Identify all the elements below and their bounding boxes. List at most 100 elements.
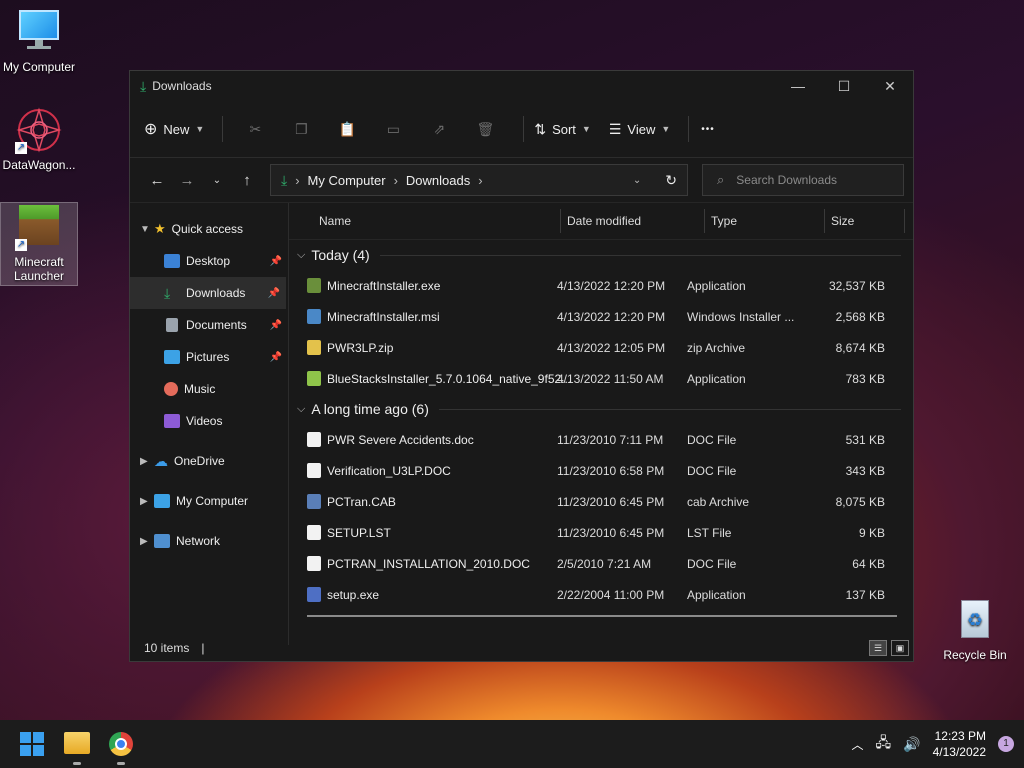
sidebar-item-desktop[interactable]: Desktop 📌 xyxy=(130,245,288,277)
file-name: PCTran.CAB xyxy=(327,494,396,509)
sidebar-item-onedrive[interactable]: ▶ ☁ OneDrive xyxy=(130,445,288,477)
tiles-view-icon[interactable]: ▣ xyxy=(891,640,909,656)
desktop-folder-icon xyxy=(164,254,180,268)
sidebar-item-pictures[interactable]: Pictures 📌 xyxy=(130,341,288,373)
file-row[interactable]: Verification_U3LP.DOC 11/23/2010 6:58 PM D… xyxy=(289,455,913,486)
file-explorer-taskbar-icon[interactable] xyxy=(64,732,90,754)
new-button[interactable]: ⊕ New ▼ xyxy=(144,119,204,139)
file-date: 2/22/2004 11:00 PM xyxy=(557,587,665,602)
address-bar[interactable]: ⤓ › My Computer › Downloads › ⌄ ↻ xyxy=(270,164,688,196)
pin-icon[interactable]: 📌 xyxy=(270,320,282,331)
network-icon[interactable]: 🖧 xyxy=(876,732,892,756)
close-button[interactable]: ✕ xyxy=(867,71,913,101)
view-button[interactable]: ☰ View ▼ xyxy=(609,121,670,138)
notification-badge[interactable]: 1 xyxy=(998,736,1014,752)
paste-icon[interactable]: 📋 xyxy=(339,121,356,137)
column-header-size[interactable]: Size xyxy=(825,209,905,233)
chevron-down-icon: ▼ xyxy=(581,124,591,134)
copy-icon[interactable]: ❐ xyxy=(293,121,309,137)
sidebar-item-downloads[interactable]: ⤓ Downloads 📌 xyxy=(130,277,286,309)
breadcrumb-downloads[interactable]: Downloads xyxy=(406,173,470,188)
file-size: 783 KB xyxy=(845,371,885,386)
downloads-icon: ⤓ xyxy=(281,171,288,188)
file-row[interactable]: SETUP.LST 11/23/2010 6:45 PM LST File 9 KB xyxy=(289,517,913,548)
maximize-button[interactable]: ☐ xyxy=(821,71,867,101)
file-size: 2,568 KB xyxy=(835,309,885,324)
show-hidden-icons-chevron-icon[interactable]: ︿ xyxy=(852,736,864,753)
shortcut-arrow-icon: ↗ xyxy=(15,142,27,154)
address-history-chevron-icon[interactable]: ⌄ xyxy=(633,175,641,186)
start-windows-icon[interactable] xyxy=(20,732,44,756)
more-options-button[interactable]: ••• xyxy=(701,124,715,135)
file-row[interactable]: PCTran.CAB 11/23/2010 6:45 PM cab Archive 8… xyxy=(289,486,913,517)
expand-chevron-icon[interactable]: ▶ xyxy=(140,456,154,467)
pin-icon[interactable]: 📌 xyxy=(270,352,282,363)
expand-chevron-icon[interactable]: ▶ xyxy=(140,536,154,547)
toolbar-separator xyxy=(688,116,690,142)
pin-icon[interactable]: 📌 xyxy=(270,256,282,267)
breadcrumb-my-computer[interactable]: My Computer xyxy=(308,173,386,188)
delete-icon[interactable]: 🗑 xyxy=(476,121,494,137)
file-name-cell: Verification_U3LP.DOC xyxy=(289,463,543,478)
search-input[interactable]: ⌕ Search Downloads xyxy=(702,164,904,196)
sidebar-item-music[interactable]: Music xyxy=(130,373,288,405)
desktop-icon-minecraft[interactable]: ↗ Minecraft Launcher xyxy=(0,202,78,286)
cut-icon[interactable]: ✂ xyxy=(247,121,263,137)
expand-chevron-icon[interactable]: ▼ xyxy=(140,224,154,235)
shortcut-arrow-icon: ↗ xyxy=(15,239,27,251)
file-row[interactable]: setup.exe 2/22/2004 11:00 PM Application 13… xyxy=(289,579,913,610)
group-header-long-time-ago[interactable]: ⌵ A long time ago (6) xyxy=(289,394,913,424)
forward-arrow-icon[interactable]: → xyxy=(172,172,202,189)
up-arrow-icon[interactable]: ↑ xyxy=(232,172,262,189)
file-icon xyxy=(307,556,321,571)
minimize-button[interactable]: — xyxy=(775,71,821,101)
column-header-type[interactable]: Type xyxy=(705,209,825,233)
share-icon[interactable]: ⇗ xyxy=(431,121,447,137)
desktop-icon-recycle-bin[interactable]: ♻ Recycle Bin xyxy=(937,596,1013,662)
file-type: Application xyxy=(687,371,746,386)
toolbar-separator xyxy=(523,116,525,142)
pin-icon[interactable]: 📌 xyxy=(268,288,280,299)
file-date: 11/23/2010 6:58 PM xyxy=(557,463,665,478)
refresh-icon[interactable]: ↻ xyxy=(665,172,677,189)
file-row[interactable]: PCTRAN_INSTALLATION_2010.DOC 2/5/2010 7:2… xyxy=(289,548,913,579)
desktop-icon-my-computer[interactable]: My Computer xyxy=(1,8,77,74)
collapse-chevron-icon[interactable]: ⌵ xyxy=(297,403,305,416)
sidebar-item-quick-access[interactable]: ▼ ★ Quick access xyxy=(130,213,288,245)
back-arrow-icon[interactable]: ← xyxy=(142,172,172,189)
sort-label: Sort xyxy=(552,121,576,137)
expand-chevron-icon[interactable]: ▶ xyxy=(140,496,154,507)
file-size: 8,674 KB xyxy=(835,340,885,355)
file-date: 11/23/2010 6:45 PM xyxy=(557,525,665,540)
desktop-icon-datawagon[interactable]: ↗ DataWagon... xyxy=(1,106,77,172)
volume-icon[interactable]: 🔊 xyxy=(903,736,920,753)
file-row[interactable]: MinecraftInstaller.exe 4/13/2022 12:20 PM… xyxy=(289,270,913,301)
chrome-icon[interactable] xyxy=(109,732,133,756)
sidebar-item-label: OneDrive xyxy=(174,454,225,468)
collapse-chevron-icon[interactable]: ⌵ xyxy=(297,249,305,262)
sidebar-item-my-computer[interactable]: ▶ My Computer xyxy=(130,485,288,517)
window-title: Downloads xyxy=(152,79,212,93)
sidebar-item-network[interactable]: ▶ Network xyxy=(130,525,288,557)
file-type: Windows Installer ... xyxy=(687,309,795,324)
file-row[interactable]: PWR Severe Accidents.doc 11/23/2010 7:11 … xyxy=(289,424,913,455)
rename-icon[interactable]: ▭ xyxy=(385,121,401,137)
file-date: 2/5/2010 7:21 AM xyxy=(557,556,652,571)
recent-locations-chevron-icon[interactable]: ⌄ xyxy=(202,175,232,186)
file-name-cell: setup.exe xyxy=(289,587,543,602)
sidebar-item-documents[interactable]: Documents 📌 xyxy=(130,309,288,341)
sidebar-item-videos[interactable]: Videos xyxy=(130,405,288,437)
column-header-name[interactable]: Name xyxy=(289,209,561,233)
file-date: 4/13/2022 12:20 PM xyxy=(557,309,666,324)
clock[interactable]: 12:23 PM 4/13/2022 xyxy=(933,728,986,760)
column-header-date[interactable]: Date modified xyxy=(561,209,705,233)
sort-button[interactable]: ⇅ Sort ▼ xyxy=(534,121,591,138)
file-row[interactable]: MinecraftInstaller.msi 4/13/2022 12:20 PM… xyxy=(289,301,913,332)
details-view-icon[interactable]: ☰ xyxy=(869,640,887,656)
file-row[interactable]: BlueStacksInstaller_5.7.0.1064_native_9f… xyxy=(289,363,913,394)
group-header-today[interactable]: ⌵ Today (4) xyxy=(289,240,913,270)
view-list-icon: ☰ xyxy=(608,120,622,137)
horizontal-scrollbar[interactable] xyxy=(307,615,897,617)
minecraft-icon: ↗ xyxy=(15,203,63,251)
file-row[interactable]: PWR3LP.zip 4/13/2022 12:05 PM zip Archive 8… xyxy=(289,332,913,363)
